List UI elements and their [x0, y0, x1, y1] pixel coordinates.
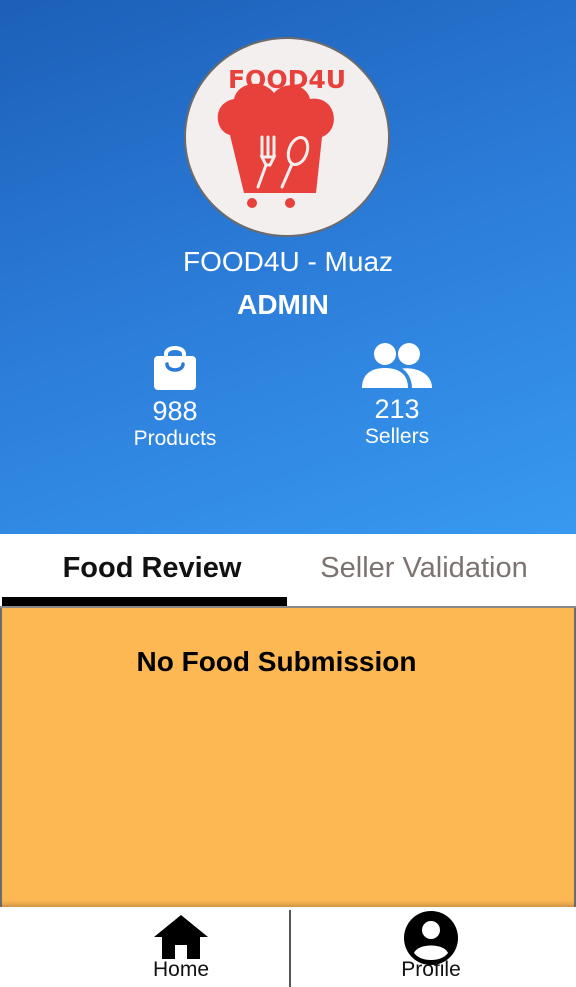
- food4u-logo: FOOD4U: [184, 37, 390, 237]
- nav-profile[interactable]: Profile: [331, 907, 531, 987]
- active-tab-indicator: [2, 597, 287, 606]
- products-label: Products: [133, 427, 217, 450]
- shopping-bag-icon: [154, 346, 196, 390]
- products-stat: 988 Products: [115, 342, 235, 452]
- bottom-navigation: Home Profile: [0, 907, 576, 987]
- nav-profile-label: Profile: [401, 958, 461, 981]
- logo-text: FOOD4U: [227, 65, 347, 94]
- sellers-count: 213: [374, 394, 420, 424]
- sellers-stat: 213 Sellers: [337, 342, 457, 450]
- products-count: 988: [152, 396, 198, 426]
- shop-name: FOOD4U - Muaz: [182, 246, 394, 277]
- empty-state-message: No Food Submission: [136, 646, 417, 677]
- profile-header: FOOD4U FOOD4U - Muaz ADMIN 988 Products …: [0, 0, 576, 534]
- sellers-label: Sellers: [364, 425, 430, 448]
- account-circle-icon: [404, 911, 458, 965]
- nav-home-label: Home: [152, 958, 210, 981]
- app-screen: FOOD4U FOOD4U - Muaz ADMIN 988 Products …: [0, 0, 576, 987]
- tab-seller-validation[interactable]: Seller Validation: [280, 534, 568, 607]
- user-role: ADMIN: [237, 289, 329, 320]
- home-icon: [154, 915, 208, 959]
- people-icon: [362, 343, 432, 388]
- nav-divider: [289, 910, 291, 987]
- nav-home[interactable]: Home: [81, 907, 281, 987]
- food-review-panel: No Food Submission: [0, 608, 576, 907]
